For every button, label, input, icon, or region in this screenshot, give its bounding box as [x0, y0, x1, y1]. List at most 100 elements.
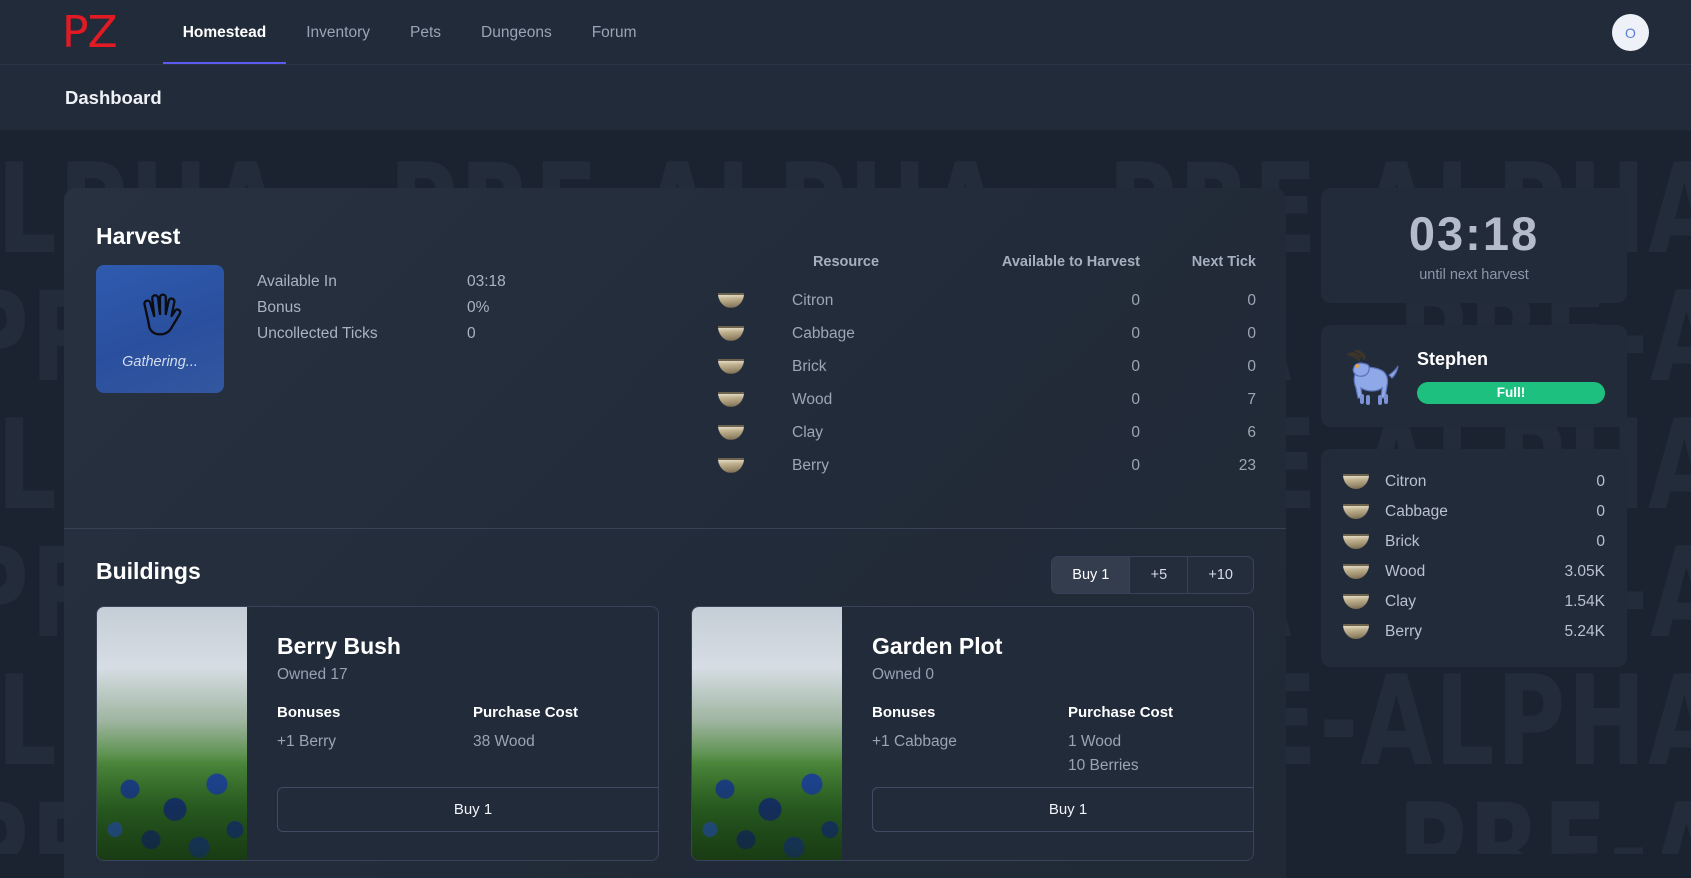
inventory-resource-amount: 3.05K: [1564, 563, 1605, 581]
nav-link-inventory[interactable]: Inventory: [286, 0, 390, 65]
building-detail-columns: Bonuses +1 BerryPurchase Cost 38 Wood: [277, 704, 659, 753]
buy-qty-option-buy-1[interactable]: Buy 1: [1052, 557, 1130, 593]
resource-bowl-icon: [710, 317, 762, 350]
harvest-stat-label: Uncollected Ticks: [257, 325, 467, 343]
harvest-timer-value: 03:18: [1321, 210, 1627, 257]
resource-available: 0: [930, 383, 1140, 416]
inventory-resource-name: Cabbage: [1385, 503, 1596, 521]
harvest-col-resource: Resource: [762, 254, 930, 284]
resource-next-tick: 7: [1140, 383, 1256, 416]
nav-link-dungeons[interactable]: Dungeons: [461, 0, 572, 65]
resource-bowl-icon: [1343, 593, 1385, 611]
harvest-stat-row: Available In03:18: [257, 273, 557, 291]
resource-bowl-icon: [1343, 473, 1385, 491]
building-buy-button[interactable]: Buy 1: [277, 787, 659, 832]
building-bonus-line: +1 Berry: [277, 730, 473, 753]
building-buy-button[interactable]: Buy 1: [872, 787, 1254, 832]
building-bonus-line: +1 Cabbage: [872, 730, 1068, 753]
buy-quantity-toggle[interactable]: Buy 1+5+10: [1051, 556, 1254, 594]
harvest-stat-value: 0: [467, 325, 476, 343]
gathering-label: Gathering...: [122, 354, 198, 370]
resource-available: 0: [930, 449, 1140, 482]
nav-link-label: Homestead: [183, 24, 267, 42]
inventory-resource-amount: 5.24K: [1564, 623, 1605, 641]
top-navbar: PZ Homestead Inventory Pets Dungeons Forum O: [0, 0, 1691, 65]
resource-available: 0: [930, 317, 1140, 350]
building-cost-heading: Purchase Cost: [473, 704, 659, 721]
resource-bowl-icon: [1343, 623, 1385, 641]
resource-bowl-icon: [1343, 533, 1385, 551]
resource-next-tick: 0: [1140, 284, 1256, 317]
inventory-resource-name: Clay: [1385, 593, 1564, 611]
building-name: Garden Plot: [872, 633, 1254, 659]
resource-bowl-icon: [1343, 503, 1385, 521]
harvest-table-row: Brick00: [710, 350, 1256, 383]
building-bonuses-column: Bonuses +1 Berry: [277, 704, 473, 753]
inventory-resource-amount: 0: [1596, 503, 1605, 521]
resource-next-tick: 6: [1140, 416, 1256, 449]
resource-next-tick: 0: [1140, 350, 1256, 383]
resource-next-tick: 23: [1140, 449, 1256, 482]
inventory-resource-name: Berry: [1385, 623, 1564, 641]
building-cost-line: 1 Wood: [1068, 730, 1254, 753]
blue-goat-sprite-icon: [1343, 345, 1403, 407]
inventory-resource-amount: 0: [1596, 533, 1605, 551]
nav-link-homestead[interactable]: Homestead: [163, 0, 287, 65]
resource-bowl-icon: [710, 284, 762, 317]
harvest-stat-label: Available In: [257, 273, 467, 291]
inventory-row: Brick0: [1343, 527, 1605, 557]
harvest-stat-value: 0%: [467, 299, 489, 317]
resource-bowl-icon: [710, 383, 762, 416]
inventory-resource-name: Brick: [1385, 533, 1596, 551]
inventory-resource-amount: 1.54K: [1564, 593, 1605, 611]
pet-name: Stephen: [1417, 349, 1605, 370]
resource-name: Wood: [762, 383, 930, 416]
harvest-col-icon: [710, 254, 762, 284]
section-divider: [64, 528, 1286, 529]
inventory-row: Wood3.05K: [1343, 557, 1605, 587]
gathering-tile[interactable]: Gathering...: [96, 265, 224, 393]
harvest-table-header-row: Resource Available to Harvest Next Tick: [710, 254, 1256, 284]
resource-name: Berry: [762, 449, 930, 482]
nav-link-pets[interactable]: Pets: [390, 0, 461, 65]
buy-qty-option--10[interactable]: +10: [1188, 557, 1253, 593]
avatar[interactable]: O: [1612, 14, 1649, 51]
building-name: Berry Bush: [277, 633, 659, 659]
building-cost-column: Purchase Cost 38 Wood: [473, 704, 659, 753]
pet-card[interactable]: Stephen Full!: [1321, 325, 1627, 427]
building-detail-columns: Bonuses+1 CabbagePurchase Cost1 Wood10 B…: [872, 704, 1254, 777]
harvest-table-row: Wood07: [710, 383, 1256, 416]
harvest-col-next-tick: Next Tick: [1140, 254, 1256, 284]
building-owned-count: Owned 0: [872, 666, 1254, 684]
page-title: Dashboard: [65, 87, 162, 109]
resource-next-tick: 0: [1140, 317, 1256, 350]
main-panel: Harvest Gathering... Available In03:18Bo…: [64, 188, 1286, 878]
building-cost-line: 38 Wood: [473, 730, 659, 753]
building-bonuses-heading: Bonuses: [277, 704, 473, 721]
page-header: Dashboard: [0, 65, 1691, 130]
buy-qty-option--5[interactable]: +5: [1130, 557, 1188, 593]
avatar-letter: O: [1625, 25, 1636, 41]
resource-bowl-icon: [710, 449, 762, 482]
building-card-body: Berry BushOwned 17Bonuses+1 BerryPurchas…: [247, 607, 659, 860]
building-thumbnail-bluebonnets: [97, 607, 247, 860]
inventory-row: Cabbage0: [1343, 497, 1605, 527]
resource-bowl-icon: [1343, 563, 1385, 581]
resource-name: Brick: [762, 350, 930, 383]
resource-available: 0: [930, 350, 1140, 383]
resource-available: 0: [930, 416, 1140, 449]
resource-bowl-icon: [710, 416, 762, 449]
nav-link-label: Forum: [592, 24, 637, 42]
nav-links: Homestead Inventory Pets Dungeons Forum: [163, 0, 657, 65]
inventory-row: Citron0: [1343, 467, 1605, 497]
harvest-stat-value: 03:18: [467, 273, 506, 291]
resource-name: Citron: [762, 284, 930, 317]
building-card-body: Garden PlotOwned 0Bonuses+1 CabbagePurch…: [842, 607, 1254, 860]
nav-link-label: Pets: [410, 24, 441, 42]
inventory-row: Clay1.54K: [1343, 587, 1605, 617]
building-cost-heading: Purchase Cost: [1068, 704, 1254, 721]
nav-link-forum[interactable]: Forum: [572, 0, 657, 65]
harvest-col-available: Available to Harvest: [930, 254, 1140, 284]
app-logo[interactable]: PZ: [62, 11, 117, 55]
pet-info: Stephen Full!: [1417, 349, 1605, 404]
